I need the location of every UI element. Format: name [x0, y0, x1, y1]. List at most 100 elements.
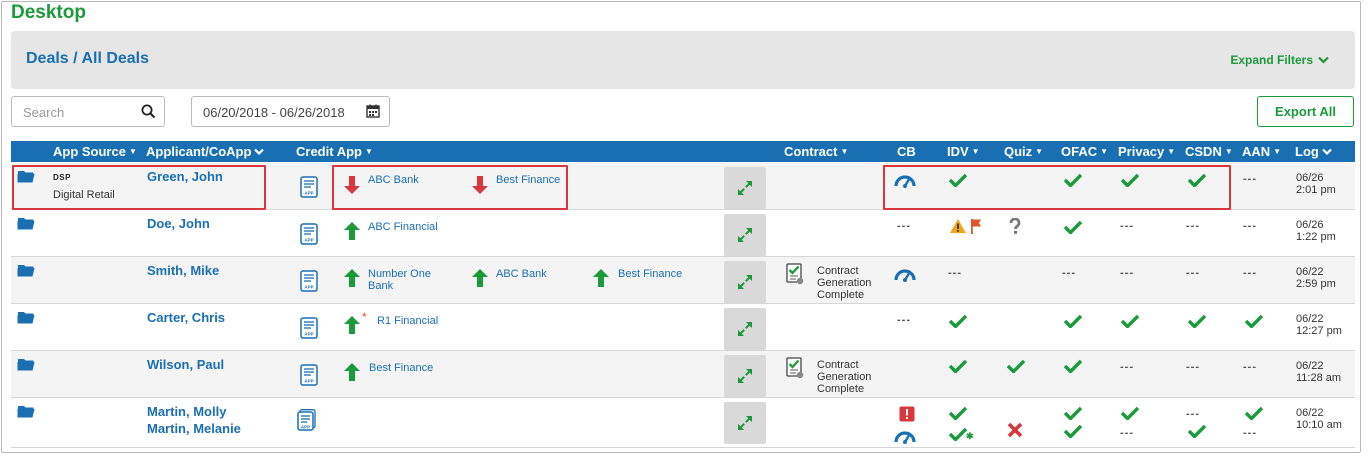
table-row: Carter, Chris * R1 Financial --- 06/22 1… — [11, 304, 1355, 351]
expand-deal-button[interactable] — [724, 402, 766, 444]
check-icon — [1064, 359, 1082, 373]
breadcrumb[interactable]: Deals / All Deals — [26, 50, 149, 68]
app-frame: Desktop Deals / All Deals Expand Filters… — [1, 1, 1361, 453]
folder-icon[interactable] — [17, 169, 35, 183]
search-input[interactable] — [21, 104, 131, 121]
caret-down-icon: ▼ — [971, 147, 980, 156]
cross-icon[interactable] — [1007, 422, 1023, 438]
expand-deal-button[interactable] — [724, 355, 766, 397]
app-document-icon[interactable] — [300, 364, 318, 386]
export-all-button[interactable]: Export All — [1257, 96, 1354, 127]
col-applicant[interactable]: Applicant/CoApp — [146, 144, 265, 159]
caret-down-icon: ▼ — [1100, 147, 1109, 156]
empty-value: --- — [1120, 361, 1134, 373]
lender-link[interactable]: Best Finance — [618, 268, 682, 280]
col-ofac[interactable]: OFAC ▼ — [1061, 144, 1108, 159]
lender-link[interactable]: Number One Bank — [368, 268, 450, 292]
col-log-label: Log — [1295, 144, 1319, 159]
log-time: 11:28 am — [1296, 372, 1342, 384]
date-range-picker[interactable]: 06/20/2018 - 06/26/2018 — [191, 96, 390, 127]
lender-link[interactable]: ABC Financial — [368, 221, 438, 233]
lender-link[interactable]: Best Finance — [496, 174, 560, 186]
check-star-icon — [949, 427, 967, 441]
applicant-link[interactable]: Carter, Chris — [147, 309, 225, 326]
search-icon[interactable] — [141, 104, 156, 119]
app-document-icon[interactable] — [300, 176, 318, 198]
folder-icon[interactable] — [17, 310, 35, 324]
check-icon — [1064, 424, 1082, 438]
contract-document-icon[interactable] — [786, 357, 804, 379]
contract-document-icon[interactable] — [786, 263, 804, 285]
col-aan-label: AAN — [1242, 144, 1271, 159]
warning-icon[interactable] — [949, 218, 967, 234]
empty-value: --- — [1243, 361, 1257, 373]
col-quiz[interactable]: Quiz ▼ — [1004, 144, 1043, 159]
check-icon — [1064, 220, 1082, 234]
empty-value: --- — [1062, 267, 1076, 279]
col-app-source-label: App Source — [53, 144, 126, 159]
app-multi-document-icon[interactable] — [297, 409, 317, 431]
col-privacy[interactable]: Privacy ▼ — [1118, 144, 1175, 159]
calendar-icon[interactable] — [366, 104, 380, 118]
check-icon — [1121, 406, 1139, 420]
question-icon[interactable] — [1009, 218, 1021, 234]
expand-filters-button[interactable]: Expand Filters — [1230, 53, 1329, 67]
flag-icon[interactable] — [970, 218, 982, 234]
gauge-icon[interactable] — [894, 428, 916, 444]
col-log[interactable]: Log — [1295, 144, 1332, 159]
expand-deal-button[interactable] — [724, 214, 766, 256]
coapplicant-link[interactable]: Martin, Melanie — [147, 420, 241, 437]
folder-icon[interactable] — [17, 357, 35, 371]
expand-deal-button[interactable] — [724, 167, 766, 209]
expand-deal-button[interactable] — [724, 261, 766, 303]
log-time: 10:10 am — [1296, 419, 1342, 431]
col-quiz-label: Quiz — [1004, 144, 1033, 159]
check-icon — [1245, 406, 1263, 420]
col-app-source[interactable]: App Source ▼ — [53, 144, 137, 159]
gauge-icon[interactable] — [894, 172, 916, 188]
alert-icon[interactable] — [899, 406, 915, 422]
applicant-link[interactable]: Doe, John — [147, 215, 210, 232]
app-document-icon[interactable] — [300, 270, 318, 292]
log-date: 06/22 — [1296, 266, 1324, 278]
app-document-icon[interactable] — [300, 317, 318, 339]
col-applicant-label: Applicant/CoApp — [146, 144, 252, 159]
lender-link[interactable]: Best Finance — [369, 362, 433, 374]
col-cb-label: CB — [897, 144, 916, 159]
empty-value: --- — [897, 220, 911, 232]
col-csdn[interactable]: CSDN ▼ — [1185, 144, 1233, 159]
col-cb[interactable]: CB — [897, 144, 916, 159]
applicant-link[interactable]: Wilson, Paul — [147, 356, 224, 373]
log-date: 06/22 — [1296, 360, 1324, 372]
table-row: Wilson, Paul Best Finance Contract Gener… — [11, 351, 1355, 398]
check-icon — [1064, 173, 1082, 187]
col-idv[interactable]: IDV ▼ — [947, 144, 980, 159]
applicant-link[interactable]: Martin, Molly — [147, 403, 226, 420]
col-credit-app[interactable]: Credit App ▼ — [296, 144, 373, 159]
caret-down-icon: ▼ — [128, 147, 137, 156]
check-icon — [1245, 314, 1263, 328]
folder-icon[interactable] — [17, 404, 35, 418]
col-privacy-label: Privacy — [1118, 144, 1165, 159]
expand-icon — [737, 368, 753, 384]
arrow-up-icon — [344, 363, 360, 381]
log-time: 12:27 pm — [1296, 325, 1342, 337]
check-icon — [1007, 359, 1025, 373]
folder-icon[interactable] — [17, 216, 35, 230]
col-contract[interactable]: Contract ▼ — [784, 144, 848, 159]
gauge-icon[interactable] — [894, 266, 916, 282]
check-icon — [949, 314, 967, 328]
col-aan[interactable]: AAN ▼ — [1242, 144, 1281, 159]
search-field[interactable] — [11, 96, 165, 127]
empty-value: --- — [1186, 220, 1200, 232]
expand-icon — [737, 415, 753, 431]
lender-link[interactable]: ABC Bank — [496, 268, 547, 280]
expand-deal-button[interactable] — [724, 308, 766, 350]
applicant-link[interactable]: Smith, Mike — [147, 262, 219, 279]
lender-link[interactable]: R1 Financial — [377, 315, 438, 327]
folder-icon[interactable] — [17, 263, 35, 277]
table-row: Smith, Mike Number One Bank ABC Bank Bes… — [11, 257, 1355, 304]
lender-link[interactable]: ABC Bank — [368, 174, 419, 186]
applicant-link[interactable]: Green, John — [147, 168, 223, 185]
app-document-icon[interactable] — [300, 223, 318, 245]
